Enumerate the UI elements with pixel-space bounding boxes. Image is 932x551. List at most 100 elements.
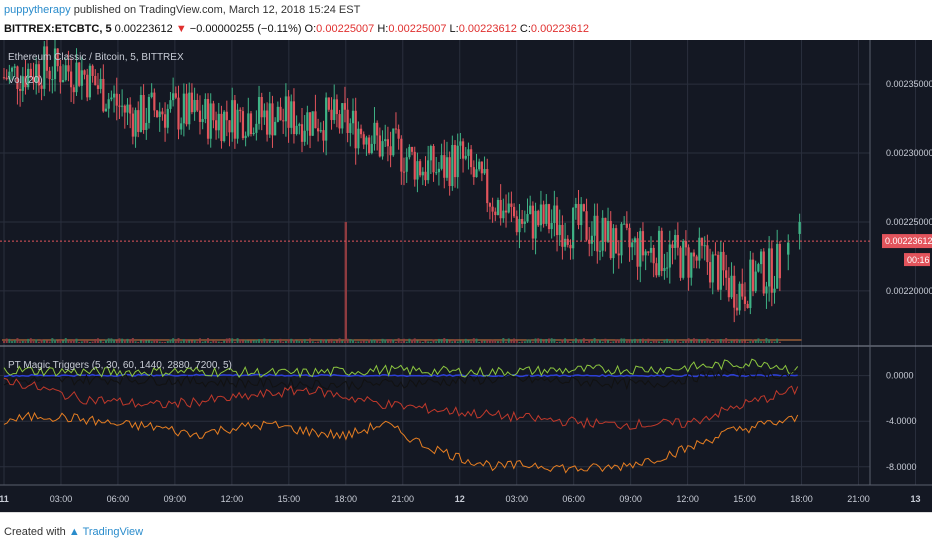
volume-bar — [684, 339, 687, 343]
candle-body — [719, 251, 722, 290]
volume-bar — [577, 339, 580, 343]
candle-body — [217, 113, 220, 131]
volume-bar — [376, 339, 379, 343]
volume-bar — [703, 341, 706, 343]
candle-body — [572, 207, 575, 249]
volume-bar — [217, 341, 220, 343]
volume-bar — [505, 341, 508, 343]
volume-bar — [419, 341, 422, 343]
candle-body — [590, 235, 594, 244]
candle-body — [612, 228, 615, 259]
candle-body — [510, 203, 513, 207]
publish-header: puppytherapy published on TradingView.co… — [0, 0, 932, 40]
candle-body — [741, 283, 744, 297]
publisher-link[interactable]: puppytherapy — [4, 4, 71, 16]
indicator-layer — [3, 358, 799, 474]
candle-body — [416, 161, 419, 180]
candle-body — [776, 243, 779, 289]
candle-body — [631, 242, 634, 248]
tradingview-brand-link[interactable]: TradingView — [83, 526, 144, 538]
footer-credit: Created with ▲ TradingView — [4, 526, 143, 538]
volume-bar — [523, 341, 526, 343]
volume-bar — [362, 340, 365, 343]
candle-body — [671, 244, 674, 249]
candle-body — [123, 105, 126, 113]
volume-bar — [341, 340, 344, 343]
volume-bar — [770, 341, 773, 343]
candle-body — [276, 106, 279, 122]
candle-body — [330, 109, 333, 121]
volume-bar — [255, 339, 258, 343]
candle-body — [521, 218, 524, 224]
indicator-title: PT Magic Triggers (5, 30, 60, 1440, 2880… — [8, 360, 232, 371]
volume-bar — [529, 339, 532, 343]
volume-bar — [287, 339, 290, 343]
volume-bar — [572, 341, 575, 343]
volume-bar — [284, 341, 287, 343]
volume-bar — [437, 338, 440, 343]
volume-bar — [480, 340, 483, 343]
volume-bar — [448, 340, 451, 343]
volume-bar — [343, 341, 346, 343]
volume-bar — [641, 338, 644, 343]
candle-body — [295, 125, 298, 135]
candle-body — [703, 245, 706, 247]
volume-bar — [668, 341, 671, 343]
volume-bar — [566, 339, 569, 343]
candle-body — [523, 221, 526, 224]
volume-bar — [730, 340, 733, 343]
volume-bar — [220, 341, 223, 343]
volume-bar — [239, 339, 242, 343]
candle-body — [314, 111, 317, 129]
candle-body — [169, 100, 172, 109]
volume-bar — [105, 339, 108, 343]
volume-bar — [156, 339, 159, 343]
candle-body — [104, 108, 108, 112]
volume-bar — [268, 339, 271, 343]
candle-body — [743, 296, 747, 304]
volume-bar — [743, 340, 746, 343]
volume-bar — [352, 339, 355, 343]
volume-bar — [274, 340, 277, 343]
volume-bar — [588, 339, 591, 343]
candle-body — [759, 251, 763, 265]
volume-bar — [539, 338, 542, 343]
candle-body — [773, 288, 776, 293]
candle-body — [787, 242, 790, 255]
volume-bar — [386, 339, 389, 343]
candle-body — [585, 211, 588, 240]
volume-bar — [260, 340, 263, 343]
candle-body — [478, 161, 481, 170]
volume-bar — [459, 340, 462, 343]
candle-body — [260, 97, 263, 118]
volume-bar — [94, 338, 97, 343]
symbol-line: BITTREX:ETCBTC, 5 0.00223612 ▼ −0.000002… — [4, 23, 589, 35]
volume-bar — [472, 338, 475, 343]
volume-bar — [51, 338, 54, 343]
candle-body — [228, 120, 231, 133]
candle-body — [507, 203, 510, 213]
candle-body — [86, 74, 89, 98]
candle-body — [94, 75, 97, 86]
high-label: H: — [377, 23, 389, 35]
x-tick-label: 21:00 — [392, 494, 415, 504]
tradingview-logo-icon: ▲ — [68, 526, 80, 538]
candle-body — [64, 65, 67, 81]
chart-area[interactable]: 11 03:00 06:00 09:00 12:00 15:00 18:00 21:00 12 0… — [0, 32, 932, 512]
candle-body — [370, 143, 373, 154]
candle-body — [738, 283, 741, 311]
candle-body — [435, 172, 438, 174]
volume-bar — [193, 339, 196, 343]
candle-body — [798, 221, 801, 234]
volume-bar — [424, 340, 427, 343]
chart-svg[interactable]: 11 03:00 06:00 09:00 12:00 15:00 18:00 21:00 12 0… — [0, 32, 932, 512]
volume-bar — [749, 341, 752, 343]
volume-bar — [389, 339, 392, 343]
last-price-text: 0.00223612 — [885, 236, 932, 246]
candle-body — [381, 141, 384, 157]
volume-bar — [486, 340, 489, 343]
volume-bar — [655, 339, 658, 343]
candle-body — [394, 128, 398, 130]
volume-bar — [204, 341, 207, 343]
candle-body — [145, 122, 148, 130]
